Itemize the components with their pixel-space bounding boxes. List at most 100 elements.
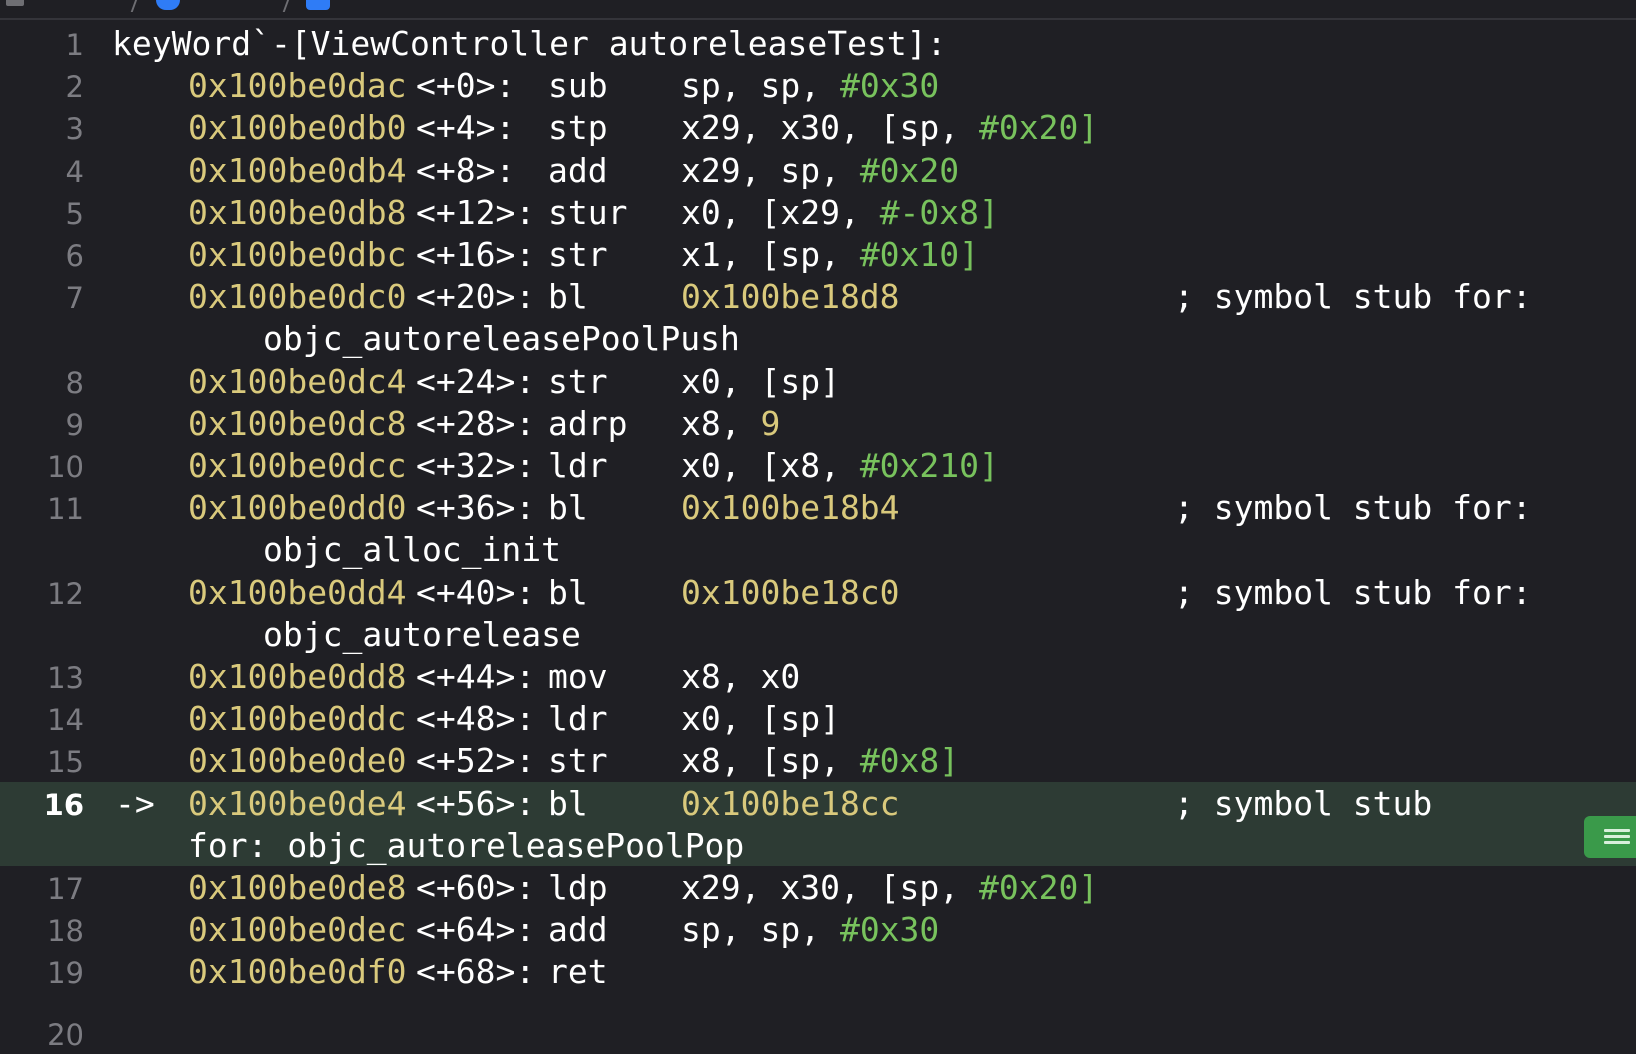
thread-icon[interactable] bbox=[156, 0, 180, 10]
line-number: 13 bbox=[47, 661, 84, 695]
instruction-offset: <+56>: bbox=[416, 783, 536, 823]
code-line[interactable]: 5 0x100be0db8 <+12>: stur x0, [x29, #-0x8] bbox=[0, 191, 1636, 233]
code-line[interactable]: 4 0x100be0db4 <+8>: add x29, sp, #0x20 bbox=[0, 149, 1636, 191]
file-icon[interactable] bbox=[6, 0, 24, 6]
instruction-address: 0x100be0de8 bbox=[188, 868, 407, 907]
instruction-operands: x8, [sp, #0x8] bbox=[681, 741, 959, 781]
instruction-offset: <+44>: bbox=[416, 657, 536, 696]
operand-text: sp, sp, bbox=[681, 910, 840, 950]
code-line[interactable]: 15 0x100be0de0 <+52>: str x8, [sp, #0x8] bbox=[0, 739, 1636, 781]
line-number: 11 bbox=[47, 492, 84, 527]
lines-menu-icon[interactable] bbox=[1584, 816, 1636, 858]
target-address: 9 bbox=[760, 403, 781, 443]
instruction-mnemonic: sub bbox=[548, 66, 608, 106]
line-number: 4 bbox=[65, 154, 84, 189]
code-line[interactable]: 14 0x100be0ddc <+48>: ldr x0, [sp] bbox=[0, 697, 1636, 739]
instruction-operands: x0, [x29, #-0x8] bbox=[681, 193, 999, 233]
line-number: 19 bbox=[47, 956, 84, 991]
code-line[interactable]: 18 0x100be0dec <+64>: add sp, sp, #0x30 bbox=[0, 908, 1636, 950]
disassembly-editor: 1 keyWord`-[ViewController autoreleaseTes… bbox=[0, 0, 1636, 1054]
instruction-operands: x29, x30, [sp, #0x20] bbox=[681, 868, 1098, 908]
instruction-offset: <+4>: bbox=[416, 108, 516, 148]
instruction-offset: <+68>: bbox=[416, 952, 536, 992]
code-line[interactable]: 11 0x100be0dd0 <+36>: bl 0x100be18b4 ; symbol… bbox=[0, 486, 1636, 570]
instruction-offset: <+12>: bbox=[416, 192, 536, 232]
instruction-mnemonic: add bbox=[548, 910, 608, 950]
instruction-address: 0x100be0dd0 bbox=[188, 488, 407, 528]
code-line[interactable]: 9 0x100be0dc8 <+28>: adrp x8, 9 bbox=[0, 402, 1636, 444]
operand-text: x29, x30, [sp, bbox=[681, 868, 980, 907]
instruction-address: 0x100be0ddc bbox=[188, 699, 407, 739]
operand-text: x0, [x8, bbox=[681, 446, 860, 485]
code-line[interactable]: 1 keyWord`-[ViewController autoreleaseTes… bbox=[0, 22, 1636, 66]
operand-text: x1, [sp, bbox=[681, 235, 860, 274]
operand-text: x8, x0 bbox=[681, 657, 801, 696]
code-line[interactable]: 13 0x100be0dd8 <+44>: mov x8, x0 bbox=[0, 655, 1636, 697]
code-line[interactable]: 6 0x100be0dbc <+16>: str x1, [sp, #0x10] bbox=[0, 233, 1636, 275]
instruction-mnemonic: bl bbox=[548, 488, 588, 528]
operand-text: sp, sp, bbox=[681, 66, 840, 106]
code-line[interactable]: 2 0x100be0dac <+0>: sub sp, sp, #0x30 bbox=[0, 64, 1636, 106]
instruction-address: 0x100be0df0 bbox=[188, 952, 407, 992]
instruction-offset: <+16>: bbox=[416, 235, 536, 274]
code-line[interactable]: 12 0x100be0dd4 <+40>: bl 0x100be18c0 ; symbol… bbox=[0, 571, 1636, 655]
code-line[interactable]: 17 0x100be0de8 <+60>: ldp x29, x30, [sp, #0x… bbox=[0, 866, 1636, 908]
breadcrumb-separator bbox=[282, 0, 292, 12]
immediate-value: #0x20] bbox=[979, 868, 1099, 907]
immediate-value: #0x30 bbox=[839, 910, 940, 950]
instruction-address: 0x100be0dac bbox=[188, 66, 407, 106]
line-number: 2 bbox=[65, 70, 84, 105]
instruction-offset: <+28>: bbox=[416, 403, 536, 443]
instruction-offset: <+52>: bbox=[416, 741, 536, 781]
instruction-address: 0x100be0dcc bbox=[188, 446, 407, 485]
instruction-address: 0x100be0de0 bbox=[188, 741, 407, 781]
current-pc-arrow: -> bbox=[115, 783, 155, 823]
line-number: 14 bbox=[47, 703, 84, 738]
instruction-mnemonic: mov bbox=[548, 657, 608, 696]
code-line[interactable]: 19 0x100be0df0 <+68>: ret bbox=[0, 950, 1636, 992]
instruction-mnemonic: ldp bbox=[548, 868, 608, 907]
code-line[interactable]: 10 0x100be0dcc <+32>: ldr x0, [x8, #0x210] bbox=[0, 444, 1636, 486]
line-number: 5 bbox=[65, 196, 84, 231]
code-line[interactable]: 8 0x100be0dc4 <+24>: str x0, [sp] bbox=[0, 360, 1636, 402]
instruction-mnemonic: adrp bbox=[548, 403, 628, 443]
instruction-operands: x29, x30, [sp, #0x20] bbox=[681, 108, 1098, 148]
instruction-operands: 0x100be18cc bbox=[681, 784, 900, 824]
frame-icon[interactable] bbox=[306, 0, 330, 10]
target-address: 0x100be18c0 bbox=[681, 572, 900, 612]
instruction-offset: <+24>: bbox=[416, 361, 536, 401]
instruction-operands: 0x100be18c0 bbox=[681, 573, 900, 613]
instruction-offset: <+48>: bbox=[416, 699, 536, 739]
instruction-offset: <+64>: bbox=[416, 910, 536, 950]
code-line[interactable]: 7 0x100be0dc0 <+20>: bl 0x100be18d8 ; symbol … bbox=[0, 275, 1636, 359]
line-number: 10 bbox=[47, 450, 84, 484]
target-address: 0x100be18b4 bbox=[681, 488, 900, 528]
instruction-operands: x0, [x8, #0x210] bbox=[681, 446, 999, 486]
immediate-value: #0x10] bbox=[859, 235, 980, 274]
instruction-mnemonic: str bbox=[548, 235, 608, 274]
symbol-name: objc_alloc_init bbox=[263, 530, 562, 570]
instruction-mnemonic: ldr bbox=[548, 446, 608, 485]
instruction-mnemonic: str bbox=[548, 741, 608, 781]
instruction-operands: x8, x0 bbox=[681, 657, 800, 697]
immediate-value: #0x30 bbox=[839, 66, 940, 106]
line-number: 12 bbox=[47, 576, 84, 611]
instruction-mnemonic: ret bbox=[548, 952, 608, 992]
instruction-address: 0x100be0dbc bbox=[188, 235, 407, 274]
instruction-operands: sp, sp, #0x30 bbox=[681, 910, 939, 950]
instruction-address: 0x100be0db0 bbox=[188, 108, 407, 148]
jump-bar bbox=[0, 0, 1636, 20]
code-line[interactable]: 3 0x100be0db0 <+4>: stp x29, x30, [sp, #0x20… bbox=[0, 106, 1636, 148]
immediate-value: #-0x8] bbox=[879, 192, 999, 232]
instruction-offset: <+32>: bbox=[416, 446, 536, 485]
current-instruction-line[interactable]: 16 -> 0x100be0de4 <+56>: bl 0x100be18cc ; symb… bbox=[0, 781, 1636, 866]
symbol-name: objc_autoreleasePoolPush bbox=[263, 319, 740, 359]
instruction-mnemonic: stp bbox=[548, 108, 608, 148]
code-line[interactable]: 20 bbox=[0, 1012, 1636, 1054]
immediate-value: #0x8] bbox=[859, 741, 960, 781]
instruction-address: 0x100be0db4 bbox=[188, 150, 407, 190]
instruction-address: 0x100be0db8 bbox=[188, 192, 407, 232]
breadcrumb-separator bbox=[130, 0, 140, 12]
line-number: 1 bbox=[65, 28, 84, 62]
operand-text: x0, [sp] bbox=[681, 699, 840, 739]
